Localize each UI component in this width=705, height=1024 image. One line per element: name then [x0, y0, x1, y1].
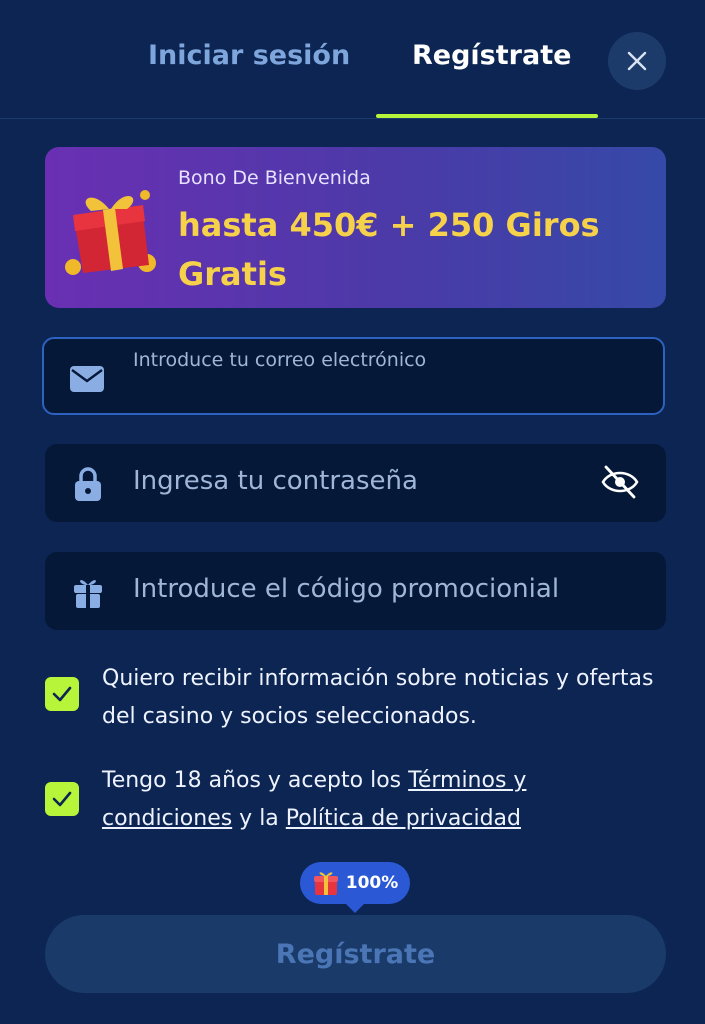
- register-submit-button[interactable]: Regístrate: [45, 915, 666, 993]
- promo-code-field[interactable]: Introduce el código promocionial: [45, 552, 666, 630]
- checkmark-icon: [52, 686, 72, 702]
- gift-box-icon: [65, 190, 156, 275]
- mail-icon: [69, 361, 105, 397]
- gift-icon: [70, 574, 106, 610]
- terms-text-middle: y la: [232, 806, 286, 831]
- banner-title: hasta 450€ + 250 Giros Gratis: [178, 206, 600, 293]
- promo-code-placeholder: Introduce el código promocionial: [133, 574, 560, 604]
- newsletter-consent-text: Quiero recibir información sobre noticia…: [102, 666, 654, 729]
- tab-login[interactable]: Iniciar sesión: [148, 40, 350, 71]
- email-label: Introduce tu correo electrónico: [133, 349, 427, 371]
- eye-off-icon: [601, 465, 639, 499]
- close-button[interactable]: [608, 32, 666, 90]
- password-placeholder: Ingresa tu contraseña: [133, 466, 418, 496]
- tab-register[interactable]: Regístrate: [412, 40, 571, 71]
- terms-consent-text: Tengo 18 años y acepto los Términos y co…: [102, 762, 662, 838]
- terms-checkbox[interactable]: [45, 782, 79, 816]
- password-field[interactable]: Ingresa tu contraseña: [45, 444, 666, 522]
- banner-subtitle: Bono De Bienvenida: [178, 167, 371, 189]
- lock-icon: [70, 466, 106, 502]
- email-field[interactable]: Introduce tu correo electrónico: [42, 337, 665, 415]
- newsletter-checkbox[interactable]: [45, 677, 79, 711]
- welcome-bonus-banner: Bono De Bienvenida hasta 450€ + 250 Giro…: [45, 147, 666, 308]
- privacy-link[interactable]: Política de privacidad: [286, 806, 521, 831]
- active-tab-indicator: [376, 114, 598, 118]
- toggle-password-visibility-button[interactable]: [600, 462, 640, 502]
- bonus-progress-badge: 100%: [300, 862, 410, 913]
- auth-header: Iniciar sesión Regístrate: [0, 0, 705, 119]
- terms-text-prefix: Tengo 18 años y acepto los: [102, 768, 409, 793]
- gift-box-icon: [313, 872, 338, 895]
- checkmark-icon: [52, 791, 72, 807]
- email-input[interactable]: [133, 377, 637, 409]
- close-icon: [627, 51, 647, 71]
- bonus-progress-text: 100%: [345, 873, 399, 893]
- register-submit-label: Regístrate: [275, 938, 436, 970]
